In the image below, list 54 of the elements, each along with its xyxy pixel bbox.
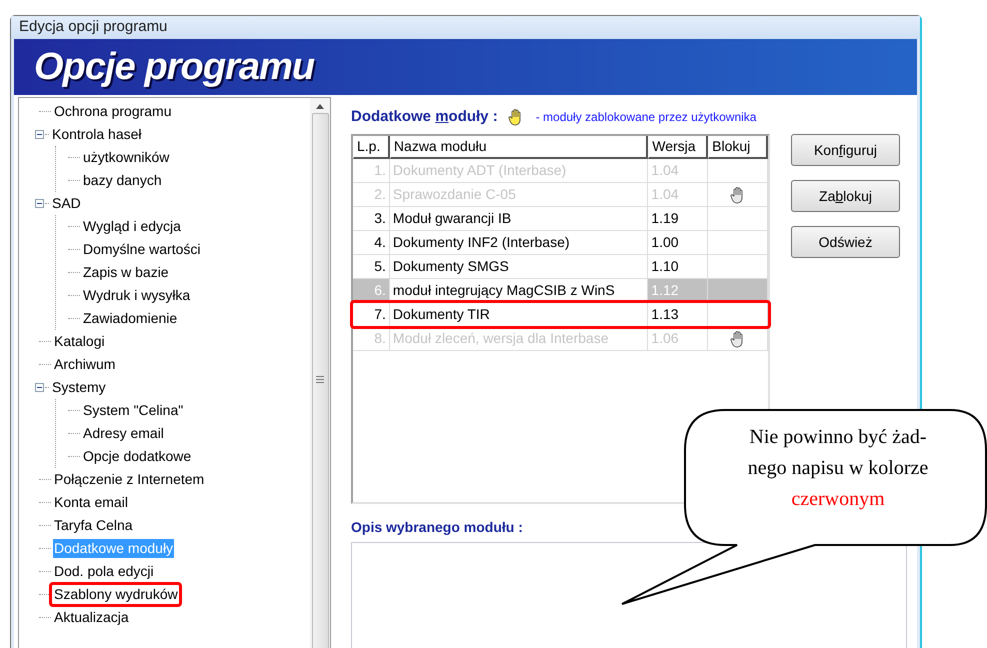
table-row[interactable]: 3. Moduł gwarancji IB 1.19 bbox=[353, 207, 768, 231]
tree-item[interactable]: Taryfa Celna bbox=[53, 516, 134, 535]
tree-item[interactable]: Zawiadomienie bbox=[82, 309, 178, 328]
collapse-icon[interactable] bbox=[35, 199, 44, 208]
legend-text: - moduły zablokowane przez użytkownika bbox=[536, 109, 756, 126]
tree-item[interactable]: Wydruk i wysyłka bbox=[82, 286, 192, 305]
collapse-icon[interactable] bbox=[35, 130, 44, 139]
table-cell: Moduł zleceń, wersja dla Interbase bbox=[390, 327, 648, 351]
action-button[interactable]: Zablokuj bbox=[791, 180, 900, 212]
table-cell: Dokumenty INF2 (Interbase) bbox=[390, 231, 648, 255]
tree-item[interactable]: Dod. pola edycji bbox=[53, 562, 155, 581]
collapse-icon[interactable] bbox=[35, 383, 44, 392]
column-header[interactable]: Blokuj bbox=[708, 136, 768, 159]
scrollbar[interactable] bbox=[310, 98, 330, 648]
tree-item[interactable]: użytkowników bbox=[82, 148, 170, 167]
table-row[interactable]: 4. Dokumenty INF2 (Interbase) 1.00 bbox=[353, 231, 768, 255]
section-heading: Dodatkowe moduły : bbox=[351, 106, 498, 127]
tree-item[interactable]: Kontrola haseł bbox=[51, 125, 143, 144]
action-button[interactable]: Konfiguruj bbox=[791, 134, 900, 166]
tree-item[interactable]: Ochrona programu bbox=[53, 102, 173, 121]
scrollbar-thumb[interactable] bbox=[312, 113, 328, 648]
table-cell: Dokumenty SMGS bbox=[390, 255, 648, 279]
table-cell: Dokumenty ADT (Interbase) bbox=[390, 159, 648, 183]
column-header[interactable]: Nazwa modułu bbox=[390, 136, 648, 159]
callout-text: Nie powinno być żad- nego napisu w kolorze czerwonym bbox=[746, 425, 930, 512]
tree-item[interactable]: Szablony wydruków bbox=[53, 585, 179, 604]
tree-item[interactable]: Opcje dodatkowe bbox=[82, 447, 192, 466]
tree-item[interactable]: Domyślne wartości bbox=[82, 240, 202, 259]
table-cell: Moduł gwarancji IB bbox=[390, 207, 648, 231]
table-cell: Sprawozdanie C-05 bbox=[390, 183, 648, 207]
column-header[interactable]: L.p. bbox=[353, 136, 390, 159]
tree-item[interactable]: Archiwum bbox=[53, 355, 116, 374]
action-button[interactable]: Odśwież bbox=[791, 226, 900, 258]
tree-item[interactable]: Wygląd i edycja bbox=[82, 217, 182, 236]
tree-item[interactable]: Adresy email bbox=[82, 424, 165, 443]
tree-item[interactable]: Katalogi bbox=[53, 332, 106, 351]
tree-item[interactable]: Aktualizacja bbox=[53, 608, 130, 627]
tree-item[interactable]: Systemy bbox=[51, 378, 107, 397]
tree-item[interactable]: SAD bbox=[51, 194, 82, 213]
description-label: Opis wybranego modułu : bbox=[351, 518, 524, 537]
tree-item[interactable]: System "Celina" bbox=[82, 401, 184, 420]
column-header[interactable]: Wersja bbox=[648, 136, 708, 159]
table-cell: 1.06 bbox=[648, 327, 708, 351]
tree-item[interactable]: Zapis w bazie bbox=[82, 263, 170, 282]
scroll-up-icon[interactable] bbox=[316, 104, 324, 109]
tree-item[interactable]: Połączenie z Internetem bbox=[53, 470, 206, 489]
tree-item[interactable]: Konta email bbox=[53, 493, 129, 512]
grip-icon bbox=[316, 376, 324, 383]
tree-item[interactable]: bazy danych bbox=[82, 171, 163, 190]
window-title: Edycja opcji programu bbox=[11, 16, 920, 39]
banner-title: Opcje programu bbox=[34, 44, 314, 90]
table-row[interactable]: 7. Dokumenty TIR 1.13 bbox=[353, 303, 768, 327]
table-row[interactable]: 5. Dokumenty SMGS 1.10 bbox=[353, 255, 768, 279]
table-cell: 1.13 bbox=[648, 303, 708, 327]
